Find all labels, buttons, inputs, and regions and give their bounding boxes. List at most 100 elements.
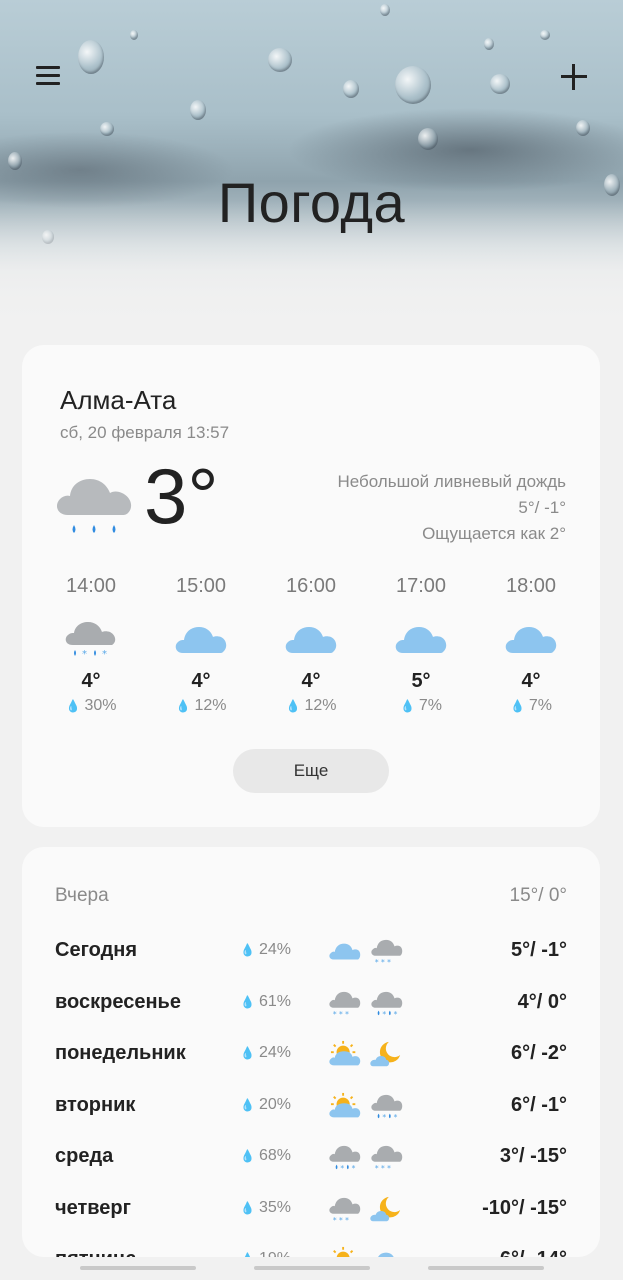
svg-text:* * *: * * * (333, 1010, 349, 1019)
hour-precip: 💧 7% (476, 697, 586, 715)
day-precip: 💧 35% (240, 1199, 291, 1217)
drop-icon: 💧 (240, 943, 255, 957)
daily-forecast-card[interactable]: Вчера 15°/ 0° Сегодня 💧 24% * * * 5°/ -1° вос… (22, 847, 600, 1257)
day-precip-value: 19% (259, 1250, 291, 1257)
day-name: вторник (55, 1093, 136, 1116)
day-row[interactable]: воскресенье 💧 61% * * * * * 4°/ 0° (22, 983, 600, 1023)
day-precip-value: 61% (258, 992, 291, 1010)
hour-precip: 💧 7% (366, 697, 476, 715)
svg-text:*: * (82, 649, 87, 660)
hour-time: 17:00 (395, 575, 447, 597)
sun-cloud-icon (329, 1092, 361, 1117)
day-high-low: 5°/ -1° (510, 939, 567, 961)
hourly-forecast[interactable]: 14:00 * * 4° 💧30% 15:00 4° 💧12% 16:00 (36, 575, 586, 725)
svg-text:*: * (394, 1113, 398, 1122)
day-high-low: 3°/ -15° (499, 1145, 567, 1167)
hour-item: 17:00 5° 💧 7% (366, 575, 476, 715)
more-button[interactable]: Еще (233, 749, 389, 793)
day-precip: 💧 19% (240, 1250, 291, 1257)
day-name: пятница (55, 1248, 137, 1257)
hour-item: 16:00 4° 💧 12% (256, 575, 366, 715)
page-title: Погода (217, 171, 406, 234)
drop-icon: 💧 (399, 699, 415, 713)
condition-block: Небольшой ливневый дождь 5°/ -1° Ощущает… (337, 469, 566, 547)
date-time: сб, 20 февраля 13:57 (60, 423, 230, 442)
hour-precip: 💧 12% (256, 697, 366, 715)
cloud-icon (395, 627, 447, 653)
menu-button[interactable] (36, 66, 60, 90)
hamburger-menu-icon (36, 66, 60, 85)
hour-precip-value: 7% (418, 697, 443, 714)
cloud-sleet-icon: * * (371, 1094, 403, 1122)
hour-precip-value: 12% (304, 697, 337, 714)
drop-icon: 💧 (240, 1200, 255, 1215)
svg-text:*: * (382, 1010, 386, 1019)
day-precip: 💧 24% (240, 941, 291, 959)
svg-text:*: * (340, 1164, 344, 1173)
high-low-temp: 5°/ -1° (518, 498, 566, 517)
hour-precip: 💧 30% (36, 697, 146, 715)
day-precip: 💧 68% (240, 1147, 291, 1165)
svg-text:* * *: * * * (333, 1216, 349, 1225)
cloud-snow-icon: * * * (371, 1145, 403, 1173)
current-weather-card[interactable]: Алма-Ата сб, 20 февраля 13:57 3° Небольш… (22, 345, 600, 827)
cloud-snow-icon: * * * (371, 939, 403, 967)
hour-precip-value: 12% (194, 697, 227, 714)
day-high-low: 6°/ -1° (510, 1093, 567, 1116)
day-precip: 💧 24% (240, 1044, 291, 1062)
cloud-snow-icon: * * * (329, 991, 361, 1019)
hour-time: 16:00 (285, 575, 337, 597)
hour-item: 15:00 4° 💧 12% (146, 575, 256, 715)
day-row[interactable]: понедельник 💧 24% 6°/ -2° (22, 1034, 600, 1074)
hour-temp: 4° (521, 670, 541, 692)
hour-precip: 💧 12% (146, 697, 256, 715)
day-precip-value: 35% (258, 1198, 291, 1216)
drop-icon: 💧 (65, 699, 81, 713)
day-row[interactable]: Сегодня 💧 24% * * * 5°/ -1° (22, 931, 600, 971)
city-name: Алма-Ата (60, 385, 177, 415)
day-high-low: 6°/ -2° (510, 1042, 567, 1064)
drop-icon: 💧 (240, 1149, 255, 1163)
add-location-button[interactable] (561, 64, 587, 90)
drop-icon: 💧 (509, 699, 525, 713)
day-name: четверг (55, 1196, 131, 1219)
moon-cloud-icon (370, 1196, 401, 1221)
hour-precip-value: 30% (84, 697, 117, 714)
day-high-low: -6°/ -14° (493, 1248, 567, 1257)
svg-text:* * *: * * * (375, 1164, 391, 1173)
cloud-rain-icon (56, 479, 132, 533)
day-name: среда (55, 1145, 114, 1167)
day-name: Сегодня (55, 939, 138, 961)
day-row[interactable]: пятница 💧 19% -6°/ -14° (22, 1240, 600, 1257)
sun-cloud-icon (333, 1246, 354, 1257)
svg-text:*: * (102, 649, 107, 660)
day-precip-value: 24% (258, 1044, 291, 1061)
svg-text:*: * (352, 1164, 356, 1173)
moon-cloud-icon (370, 1041, 401, 1067)
day-high-low: -10°/ -15° (482, 1196, 567, 1219)
hour-item: 18:00 4° 💧 7% (476, 575, 586, 715)
day-name: воскресенье (55, 990, 181, 1013)
cloud-sleet-icon: * * (329, 1145, 361, 1173)
cloud-icon (175, 627, 227, 653)
day-row[interactable]: вторник 💧 20% * * 6°/ -1° (22, 1086, 600, 1126)
condition-text: Небольшой ливневый дождь (337, 472, 566, 491)
hour-item: 14:00 * * 4° 💧 30% (36, 575, 146, 715)
day-row[interactable]: среда 💧 68% * * * * * 3°/ -15° (22, 1137, 600, 1177)
drop-icon: 💧 (240, 994, 255, 1009)
cloud-icon (329, 943, 361, 960)
day-row[interactable]: четверг 💧 35% * * * -10°/ -15° (22, 1189, 600, 1229)
feels-like: Ощущается как 2° (422, 524, 566, 543)
drop-icon: 💧 (240, 1046, 255, 1060)
drop-icon: 💧 (285, 699, 301, 713)
svg-text:*: * (382, 1113, 386, 1122)
hour-temp: 4° (81, 670, 101, 692)
day-high-low: 4°/ 0° (517, 990, 567, 1013)
cloud-icon (378, 1252, 394, 1257)
hour-time: 15:00 (175, 575, 227, 597)
day-name: понедельник (55, 1042, 186, 1064)
cloud-icon (505, 627, 557, 653)
day-precip-value: 20% (258, 1095, 291, 1113)
drop-icon: 💧 (240, 1252, 255, 1257)
svg-text:* * *: * * * (375, 958, 391, 967)
